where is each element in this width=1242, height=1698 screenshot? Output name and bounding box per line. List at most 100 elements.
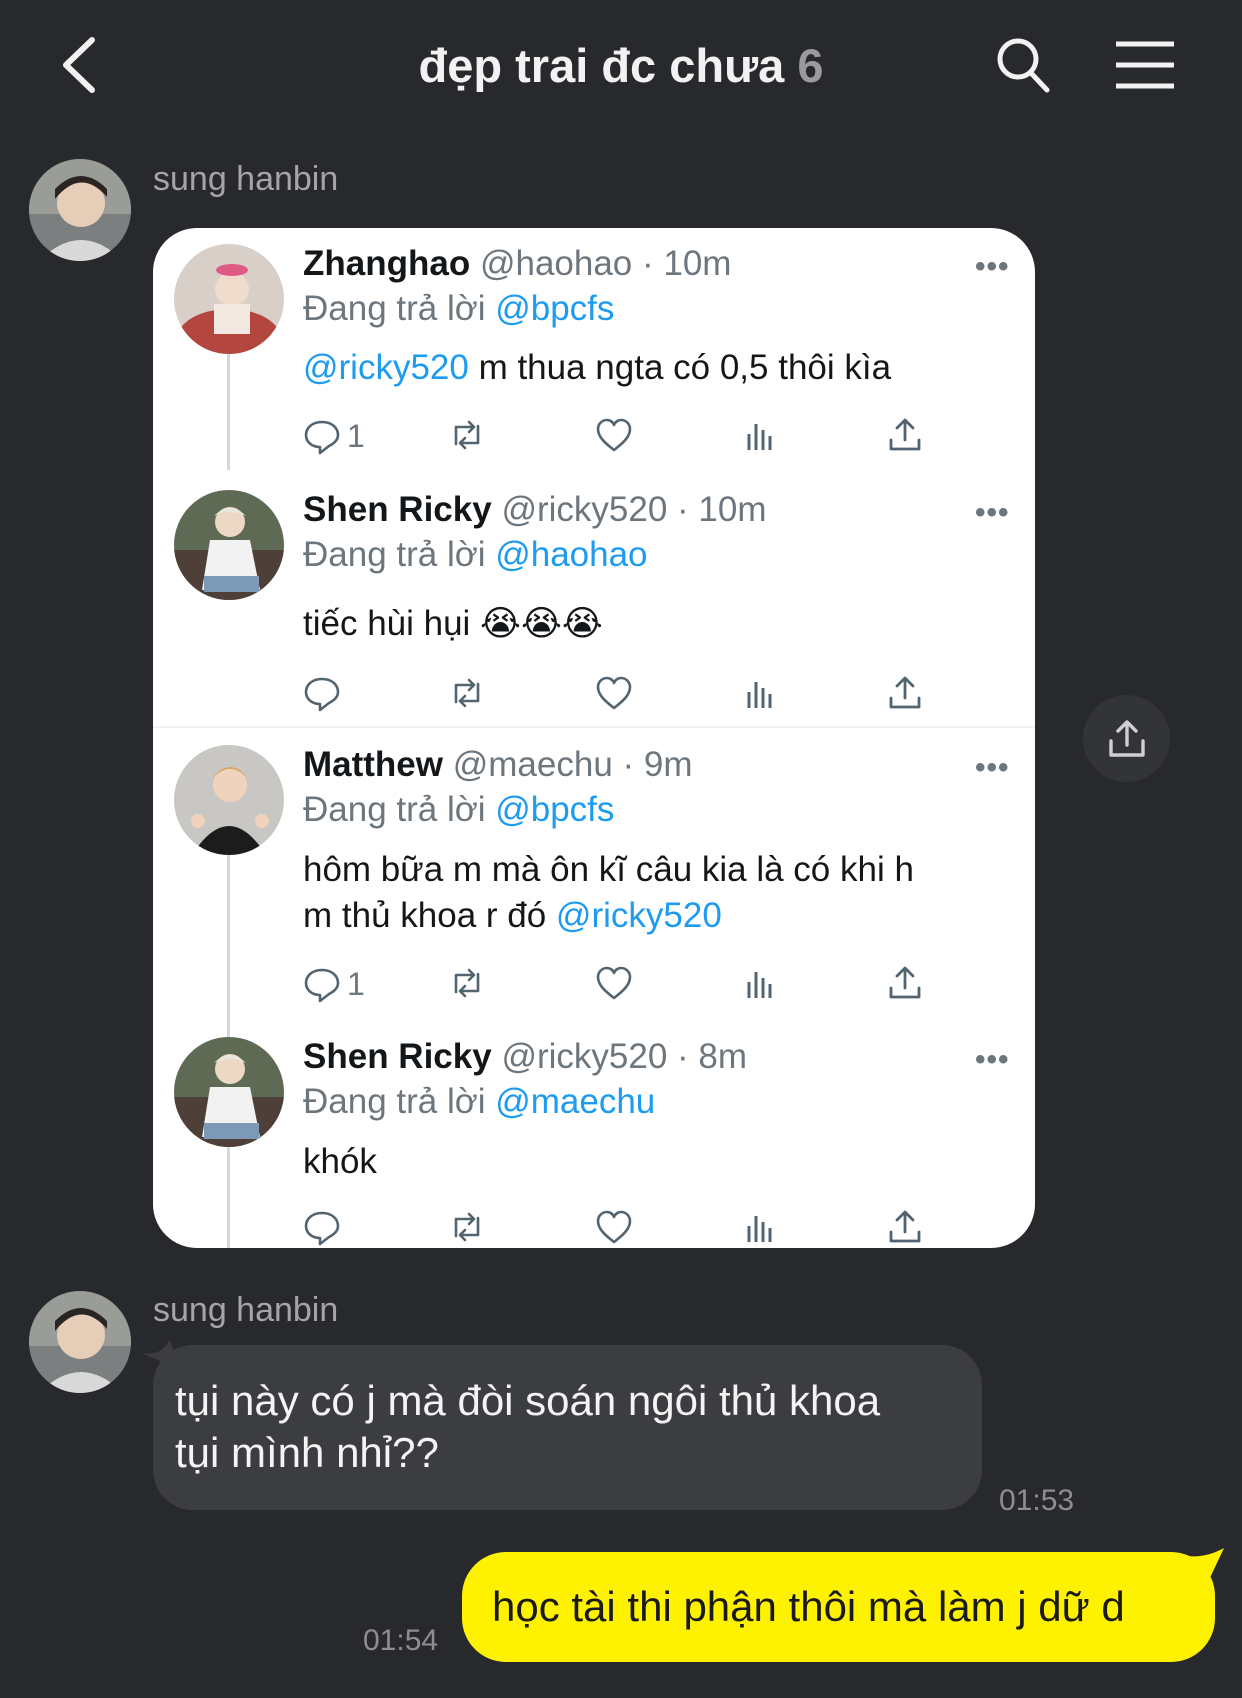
tweet-avatar [174, 244, 284, 354]
reply-icon [304, 677, 340, 712]
more-icon[interactable]: ••• [975, 751, 1010, 785]
retweet-icon [454, 678, 480, 708]
share-icon [1108, 719, 1145, 757]
stats-action[interactable] [741, 1208, 779, 1248]
reply-to-link[interactable]: @haohao [495, 535, 647, 574]
tweet-author: Shen Ricky [303, 490, 492, 529]
menu-icon[interactable] [1114, 40, 1176, 90]
reply-count: 1 [347, 965, 365, 1002]
tweet-header: Matthew @maechu · 9m [303, 745, 693, 785]
tweet-body-line: hôm bữa m mà ôn kĩ câu kia là có khi h [303, 850, 914, 889]
tweet-avatar [174, 745, 284, 855]
reply-context: Đang trả lời @haohao [303, 535, 648, 575]
tweet-body-line: m thủ khoa r đó [303, 896, 556, 935]
like-icon [596, 418, 632, 452]
stats-action[interactable] [741, 964, 779, 1004]
reply-icon [304, 1211, 340, 1246]
share-action[interactable] [886, 416, 924, 456]
tweet-header: Zhanghao @haohao · 10m [303, 244, 731, 284]
chat-title: đẹp trai đc chưa 6 [0, 38, 1242, 93]
reply-action[interactable] [303, 674, 341, 714]
tweet-meta: @haohao · 10m [479, 244, 732, 283]
message-text-line: tụi mình nhỉ?? [175, 1429, 439, 1476]
avatar[interactable] [29, 159, 131, 261]
reply-icon [304, 420, 340, 455]
thread-line [227, 352, 230, 470]
tweet-author: Zhanghao [303, 244, 471, 283]
retweet-action[interactable] [448, 674, 486, 714]
tweet-meta: @ricky520 · 8m [501, 1037, 748, 1076]
tweet-header: Shen Ricky @ricky520 · 10m [303, 490, 766, 530]
like-action[interactable] [595, 1208, 633, 1248]
retweet-action[interactable] [448, 964, 486, 1004]
retweet-action[interactable] [448, 1208, 486, 1248]
reply-context: Đang trả lời @bpcfs [303, 790, 614, 830]
tweet-meta: @maechu · 9m [452, 745, 693, 784]
share-action[interactable] [886, 1208, 924, 1248]
stats-icon [747, 424, 772, 450]
tweet-text: khók [303, 1142, 377, 1181]
member-count: 6 [797, 39, 824, 92]
like-icon [596, 966, 632, 1000]
tweet-header: Shen Ricky @ricky520 · 8m [303, 1037, 747, 1077]
reply-count: 1 [347, 417, 365, 454]
more-icon[interactable]: ••• [975, 1043, 1010, 1077]
avatar[interactable] [29, 1291, 131, 1393]
reply-action[interactable]: 1 [303, 416, 365, 456]
message-text-line: tụi này có j mà đòi soán ngôi thủ khoa [175, 1377, 881, 1424]
tweet-text: @ricky520 m thua ngta có 0,5 thôi kìa [303, 345, 891, 391]
tweet-text: tiếc hùi hụi 😭😭😭 [303, 604, 603, 643]
share-icon [889, 418, 921, 451]
sender-name: sung hanbin [153, 1291, 339, 1329]
reply-action[interactable] [303, 1208, 341, 1248]
reply-icon [304, 968, 340, 1003]
like-action[interactable] [595, 674, 633, 714]
tweet-text: hôm bữa m mà ôn kĩ câu kia là có khi h m… [303, 847, 914, 939]
tweet-screenshot[interactable]: Zhanghao @haohao · 10m ••• Đang trả lời … [153, 228, 1035, 1248]
message-text: học tài thi phận thôi mà làm j dữ d [492, 1583, 1125, 1630]
retweet-action[interactable] [448, 416, 486, 456]
message-bubble[interactable]: tụi này có j mà đòi soán ngôi thủ khoa t… [153, 1345, 982, 1510]
reply-prefix: Đang trả lời [303, 790, 486, 829]
share-icon [889, 966, 921, 999]
retweet-icon [454, 420, 480, 450]
more-icon[interactable]: ••• [975, 250, 1010, 284]
share-icon [889, 1210, 921, 1243]
like-icon [596, 1210, 632, 1244]
message-time: 01:53 [999, 1484, 1075, 1517]
retweet-icon [454, 968, 480, 998]
like-action[interactable] [595, 416, 633, 456]
share-action[interactable] [886, 964, 924, 1004]
reply-context: Đang trả lời @bpcfs [303, 289, 614, 329]
tweet-author: Shen Ricky [303, 1037, 492, 1076]
more-icon[interactable]: ••• [975, 496, 1010, 530]
tweet-meta: @ricky520 · 10m [501, 490, 767, 529]
stats-icon [747, 972, 772, 998]
share-icon [889, 676, 921, 709]
reply-action[interactable]: 1 [303, 964, 365, 1004]
sender-name: sung hanbin [153, 160, 339, 198]
search-icon[interactable] [995, 36, 1051, 94]
message-time: 01:54 [363, 1624, 439, 1657]
stats-icon [747, 682, 772, 708]
reply-to-link[interactable]: @maechu [495, 1082, 655, 1121]
reply-to-link[interactable]: @bpcfs [495, 289, 614, 328]
forward-button[interactable] [1083, 695, 1170, 782]
chat-title-text: đẹp trai đc chưa [418, 39, 785, 92]
tweet-body: m thua ngta có 0,5 thôi kìa [468, 348, 892, 387]
divider [153, 726, 1035, 728]
stats-action[interactable] [741, 416, 779, 456]
mention-link[interactable]: @ricky520 [556, 896, 722, 935]
reply-prefix: Đang trả lời [303, 289, 486, 328]
stats-action[interactable] [741, 674, 779, 714]
my-message-bubble[interactable]: học tài thi phận thôi mà làm j dữ d [462, 1552, 1215, 1662]
retweet-icon [454, 1212, 480, 1242]
stats-icon [747, 1216, 772, 1242]
share-action[interactable] [886, 674, 924, 714]
reply-prefix: Đang trả lời [303, 1082, 486, 1121]
like-icon [596, 676, 632, 710]
reply-to-link[interactable]: @bpcfs [495, 790, 614, 829]
tweet-avatar [174, 490, 284, 600]
mention-link[interactable]: @ricky520 [303, 348, 469, 387]
like-action[interactable] [595, 964, 633, 1004]
